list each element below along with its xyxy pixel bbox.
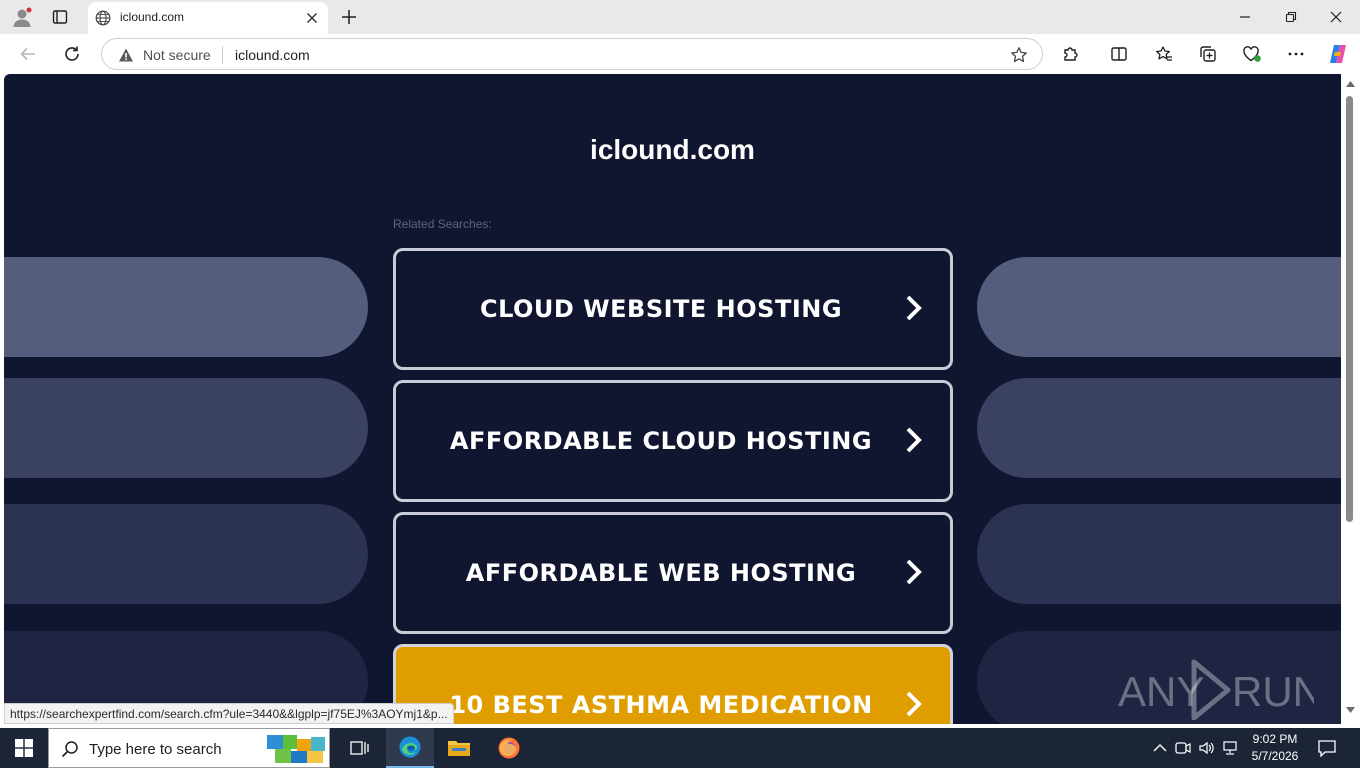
decorative-pill	[977, 504, 1341, 604]
anyrun-watermark-logo: ANY RUN	[1118, 659, 1314, 720]
watermark-text-run: RUN	[1232, 668, 1314, 715]
tab-actions-button[interactable]	[46, 4, 74, 30]
profile-button[interactable]	[8, 4, 36, 30]
omnibox-divider	[222, 46, 223, 64]
restore-button[interactable]	[1279, 6, 1303, 28]
folder-icon	[448, 741, 470, 756]
split-screen-icon	[1111, 47, 1127, 61]
decorative-pill	[4, 378, 368, 478]
link-status-bar: https://searchexpertfind.com/search.cfm?…	[4, 703, 454, 724]
decorative-pill	[4, 504, 368, 604]
search-highlight-puzzle-icon	[267, 735, 325, 763]
back-button[interactable]	[16, 42, 40, 66]
task-view-icon	[350, 741, 369, 755]
clock-date: 5/7/2026	[1251, 749, 1299, 763]
scroll-up-icon[interactable]	[1345, 80, 1356, 88]
clock-time: 9:02 PM	[1252, 732, 1298, 746]
related-search-link[interactable]: CLOUD WEBSITE HOSTING	[393, 248, 953, 370]
related-search-label: CLOUD WEBSITE HOSTING	[479, 295, 843, 323]
chevron-right-icon	[906, 691, 922, 717]
page-viewport: iclound.com Related Searches: CLOUD WEBS…	[4, 74, 1341, 724]
chevron-right-icon	[906, 427, 922, 453]
globe-icon	[95, 10, 111, 26]
favorite-star-icon[interactable]	[1010, 46, 1028, 64]
warning-icon[interactable]	[118, 47, 134, 63]
favorites-icon	[1156, 46, 1172, 61]
notifications-icon[interactable]	[1317, 739, 1337, 757]
vertical-scrollbar[interactable]	[1341, 74, 1360, 724]
related-search-link-highlighted[interactable]: 10 BEST ASTHMA MEDICATION	[393, 644, 953, 724]
system-clock[interactable]: 9:02 PM 5/7/2026	[1240, 731, 1310, 765]
refresh-button[interactable]	[60, 42, 84, 66]
decorative-pill	[977, 378, 1341, 478]
taskbar-search-box[interactable]: Type here to search	[48, 728, 330, 768]
active-tab[interactable]: iclound.com	[88, 2, 328, 34]
chevron-up-icon[interactable]	[1152, 740, 1168, 756]
close-tab-icon[interactable]	[304, 10, 320, 26]
close-window-button[interactable]	[1324, 6, 1348, 28]
collections-button[interactable]	[1196, 42, 1220, 66]
related-search-link[interactable]: AFFORDABLE WEB HOSTING	[393, 512, 953, 634]
copilot-icon	[1330, 45, 1346, 63]
related-search-label: AFFORDABLE WEB HOSTING	[465, 559, 857, 587]
minimize-icon	[1240, 16, 1250, 18]
scroll-down-icon[interactable]	[1345, 706, 1356, 714]
windows-logo-icon	[15, 739, 33, 757]
collections-icon	[1200, 46, 1216, 62]
taskbar-edge[interactable]	[386, 728, 434, 768]
related-search-label: 10 BEST ASTHMA MEDICATION	[449, 691, 873, 719]
back-arrow-icon	[20, 47, 35, 61]
meet-now-icon[interactable]	[1175, 740, 1191, 756]
search-icon	[61, 741, 78, 758]
puzzle-icon	[1064, 47, 1078, 61]
address-bar[interactable]: Not secure iclound.com	[101, 38, 1043, 70]
plus-icon	[342, 10, 356, 24]
volume-icon[interactable]	[1198, 740, 1214, 756]
taskbar-firefox[interactable]	[485, 728, 533, 768]
profile-icon	[13, 6, 33, 27]
close-icon	[1330, 11, 1342, 23]
start-button[interactable]	[0, 728, 48, 768]
security-label[interactable]: Not secure	[143, 47, 211, 63]
extensions-button[interactable]	[1059, 42, 1083, 66]
settings-more-button[interactable]	[1284, 42, 1308, 66]
decorative-pill	[4, 257, 368, 357]
firefox-icon	[498, 737, 520, 759]
decorative-pill	[977, 257, 1341, 357]
taskbar-file-explorer[interactable]	[435, 728, 483, 768]
browser-toolbar: Not secure iclound.com	[0, 34, 1360, 74]
favorites-button[interactable]	[1152, 42, 1176, 66]
related-search-label: AFFORDABLE CLOUD HOSTING	[449, 427, 873, 455]
related-search-link[interactable]: AFFORDABLE CLOUD HOSTING	[393, 380, 953, 502]
tab-title: iclound.com	[120, 10, 185, 24]
site-title: iclound.com	[590, 134, 755, 165]
scroll-thumb[interactable]	[1346, 96, 1353, 522]
watermark-text-any: ANY	[1118, 668, 1204, 715]
copilot-button[interactable]	[1326, 42, 1350, 66]
more-dots-icon	[1288, 52, 1304, 56]
search-placeholder: Type here to search	[89, 741, 222, 758]
task-view-button[interactable]	[336, 728, 384, 768]
windows-taskbar: Type here to search 9:02 PM 5/7/2026	[0, 728, 1360, 768]
url-text[interactable]: iclound.com	[235, 47, 310, 63]
minimize-button[interactable]	[1233, 6, 1257, 28]
chevron-right-icon	[906, 559, 922, 585]
network-icon[interactable]	[1222, 740, 1238, 756]
related-searches-label: Related Searches:	[393, 217, 492, 231]
chevron-right-icon	[906, 295, 922, 321]
tab-strip: iclound.com	[0, 0, 1360, 34]
new-tab-button[interactable]	[338, 6, 360, 28]
split-screen-button[interactable]	[1107, 42, 1131, 66]
refresh-icon	[65, 46, 79, 61]
edge-icon	[399, 736, 421, 758]
heart-pulse-icon	[1243, 46, 1261, 62]
tab-actions-icon	[52, 10, 68, 24]
browser-essentials-button[interactable]	[1240, 42, 1264, 66]
restore-icon	[1285, 11, 1297, 23]
